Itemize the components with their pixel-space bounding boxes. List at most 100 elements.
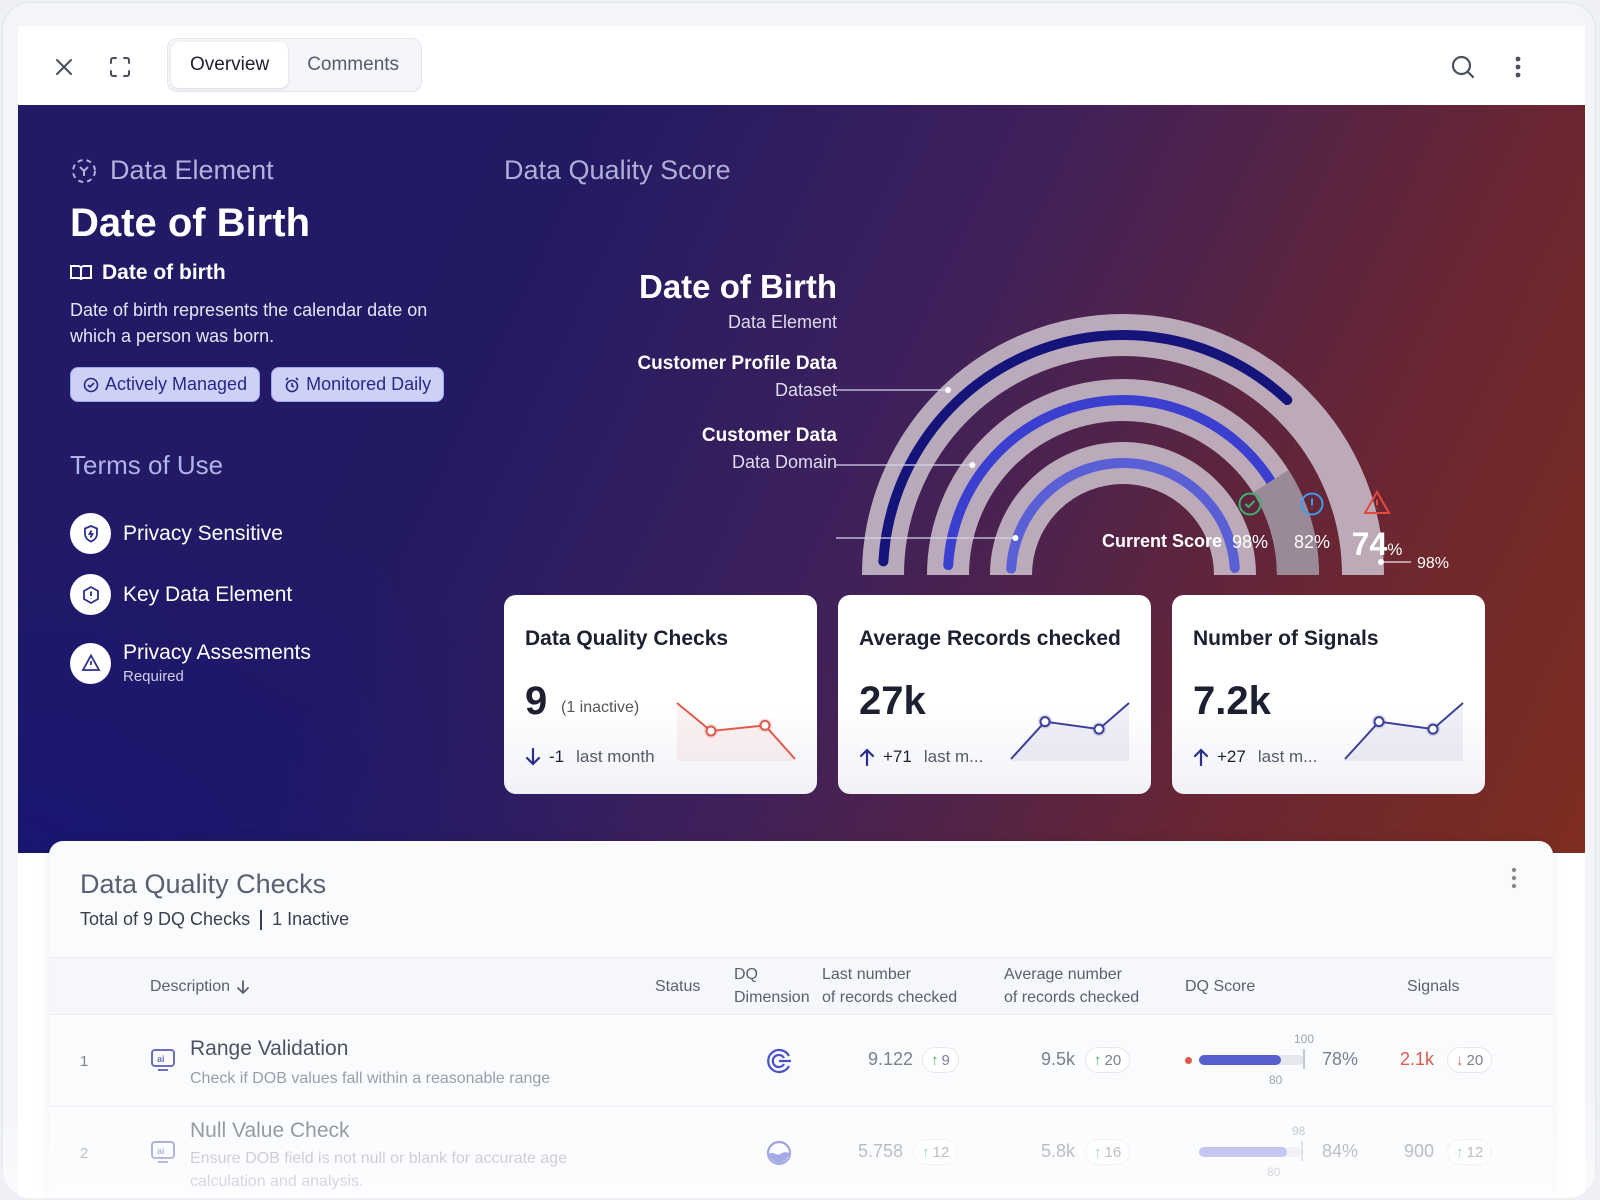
gauge-track <box>990 442 1256 576</box>
check-description: Check if DOB values fall within a reason… <box>190 1070 551 1087</box>
sparkline-point <box>1093 723 1105 735</box>
level-label-dataset: Customer Profile Data Dataset <box>637 353 837 400</box>
close-icon[interactable] <box>46 49 82 85</box>
score-bar <box>1199 1147 1304 1157</box>
warning-triangle-icon <box>70 642 111 684</box>
current-score-element: 74% <box>1348 489 1406 563</box>
check-description: Ensure DOB field is not null or blank fo… <box>190 1150 568 1190</box>
trend-pill: ↑ 16 <box>1085 1139 1131 1165</box>
col-dq-dimension[interactable]: DQ Dimension <box>734 963 810 1009</box>
trend-sparkline <box>1344 702 1464 761</box>
shield-icon <box>70 513 111 554</box>
expand-icon[interactable] <box>102 49 138 85</box>
completeness-dimension-icon <box>765 1139 793 1172</box>
col-avg-records[interactable]: Average number of records checked <box>1004 963 1139 1009</box>
badge-check-icon <box>83 377 99 392</box>
search-icon[interactable] <box>1445 49 1481 85</box>
panel-title: Data Quality Checks <box>80 869 327 899</box>
check-name: Null Value Check <box>190 1119 350 1142</box>
tab-comments[interactable]: Comments <box>288 42 418 88</box>
col-status[interactable]: Status <box>655 975 700 998</box>
panel-more-icon[interactable] <box>1511 867 1517 894</box>
marker-label: 98% <box>1417 555 1449 572</box>
detail-window: Overview Comments Data Element Date of B… <box>18 26 1585 1198</box>
table-row[interactable]: 1 ai Range Validation Check if DOB value… <box>49 1015 1553 1107</box>
ai-check-icon: ai <box>150 1047 176 1078</box>
check-circle-icon <box>1238 492 1262 516</box>
sparkline-point <box>1427 723 1439 735</box>
dq-checks-card[interactable]: Data Quality Checks 9 (1 inactive) -1 la… <box>504 595 817 794</box>
col-dq-score[interactable]: DQ Score <box>1185 975 1255 998</box>
current-score-label: Current Score <box>1102 531 1223 551</box>
tab-overview[interactable]: Overview <box>171 42 289 88</box>
panel-summary: Total of 9 DQ Checks 1 Inactive <box>80 909 350 930</box>
monitored-daily-chip[interactable]: Monitored Daily <box>271 367 445 402</box>
sparkline-area <box>1345 703 1463 761</box>
trend-pill: ↑ 12 <box>913 1139 959 1165</box>
data-element-header: Data Element <box>70 155 274 186</box>
element-title: Date of Birth <box>70 201 310 245</box>
trend-pill: ↑ 12 <box>1447 1139 1493 1165</box>
sparkline-point <box>1373 716 1385 728</box>
level-label-element: Date of Birth Data Element <box>639 268 837 332</box>
score-bar <box>1199 1055 1304 1065</box>
col-description[interactable]: Description <box>150 975 250 998</box>
sparkline-point <box>759 719 771 731</box>
tab-bar: Overview Comments <box>167 38 423 92</box>
col-last-records[interactable]: Last number of records checked <box>822 963 957 1009</box>
warning-triangle-icon <box>1363 489 1391 514</box>
current-score-domain: 98% <box>1224 491 1276 553</box>
score-gauge: 98% <box>836 314 1449 576</box>
trend-sparkline <box>1010 702 1130 761</box>
sort-down-icon <box>237 979 249 994</box>
term-privacy-assessments[interactable]: Privacy Assesments Required <box>70 641 311 685</box>
hero-section: Data Element Date of Birth Date of birth… <box>18 105 1585 853</box>
arrow-up-icon <box>1193 748 1209 767</box>
term-privacy-sensitive[interactable]: Privacy Sensitive <box>70 513 283 554</box>
glossary-term-label: Date of birth <box>102 261 226 284</box>
actively-managed-chip[interactable]: Actively Managed <box>70 367 261 402</box>
glossary-term[interactable]: Date of birth <box>70 261 226 285</box>
level-label-domain: Customer Data Data Domain <box>701 425 837 472</box>
col-signals[interactable]: Signals <box>1407 975 1459 998</box>
signals-card[interactable]: Number of Signals 7.2k +27 last m... <box>1172 595 1485 794</box>
table-header: Description Status DQ Dimension Last numb… <box>49 957 1553 1015</box>
check-name: Range Validation <box>190 1037 349 1060</box>
hexagon-alert-icon <box>70 574 111 615</box>
svg-text:ai: ai <box>157 1146 165 1156</box>
trend-pill: ↓ 20 <box>1447 1047 1493 1073</box>
sparkline-area <box>1011 703 1129 761</box>
svg-text:ai: ai <box>157 1054 165 1064</box>
sparkline-area <box>677 703 795 761</box>
terms-of-use-title: Terms of Use <box>70 450 224 480</box>
more-options-icon[interactable] <box>1500 49 1536 85</box>
element-description: Date of birth represents the calendar da… <box>70 300 428 346</box>
data-element-icon <box>72 158 96 183</box>
status-chips: Actively Managed Monitored Daily <box>70 367 445 402</box>
leader-dot <box>1012 535 1019 541</box>
alarm-clock-icon <box>285 376 299 392</box>
current-score-dataset: 82% <box>1286 491 1338 553</box>
table-row[interactable]: 2 ai Null Value Check Ensure DOB field i… <box>49 1107 1553 1198</box>
sparkline-point <box>705 725 717 737</box>
app-frame: Overview Comments Data Element Date of B… <box>2 2 1596 1198</box>
trend-pill: ↑ 20 <box>1085 1047 1131 1073</box>
top-bar: Overview Comments <box>18 26 1585 105</box>
trend-sparkline <box>676 702 796 761</box>
ai-check-icon: ai <box>150 1139 176 1170</box>
arrow-up-icon <box>859 748 875 767</box>
metric-cards: Data Quality Checks 9 (1 inactive) -1 la… <box>504 595 1485 794</box>
info-circle-icon <box>1300 492 1324 516</box>
avg-records-card[interactable]: Average Records checked 27k +71 last m..… <box>838 595 1151 794</box>
book-icon <box>70 265 92 281</box>
score-title: Data Quality Score <box>504 155 731 185</box>
leader-dot <box>945 387 952 393</box>
dq-checks-panel: Data Quality Checks Total of 9 DQ Checks… <box>49 841 1553 1198</box>
data-element-label: Data Element <box>110 155 274 185</box>
term-key-data-element[interactable]: Key Data Element <box>70 574 292 615</box>
range-dimension-icon <box>765 1047 793 1080</box>
leader-dot <box>969 462 976 468</box>
arrow-down-icon <box>525 747 541 766</box>
sparkline-point <box>1039 716 1051 728</box>
alert-dot <box>1185 1057 1192 1064</box>
